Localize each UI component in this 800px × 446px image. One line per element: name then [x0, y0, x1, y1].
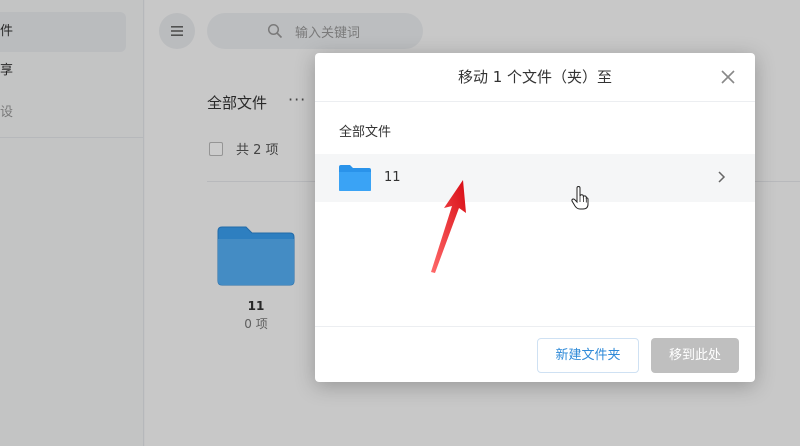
folder-name: 11 — [384, 170, 401, 185]
move-here-button[interactable]: 移到此处 — [651, 338, 739, 373]
dialog-header: 移动 1 个文件（夹）至 — [315, 53, 755, 102]
dialog-footer-divider — [315, 326, 755, 327]
folder-icon — [339, 165, 371, 191]
hand-cursor-icon — [571, 186, 589, 210]
chevron-right-icon[interactable] — [717, 170, 727, 184]
dialog-title: 移动 1 个文件（夹）至 — [457, 68, 613, 86]
folder-row[interactable]: 11 — [315, 154, 755, 202]
annotation-arrow-icon — [431, 180, 466, 273]
close-icon[interactable] — [719, 68, 737, 86]
new-folder-button[interactable]: 新建文件夹 — [537, 338, 639, 373]
dialog-breadcrumb[interactable]: 全部文件 — [339, 121, 391, 140]
move-dialog: 移动 1 个文件（夹）至 全部文件 11 新建文件夹 移到此处 — [315, 53, 755, 382]
